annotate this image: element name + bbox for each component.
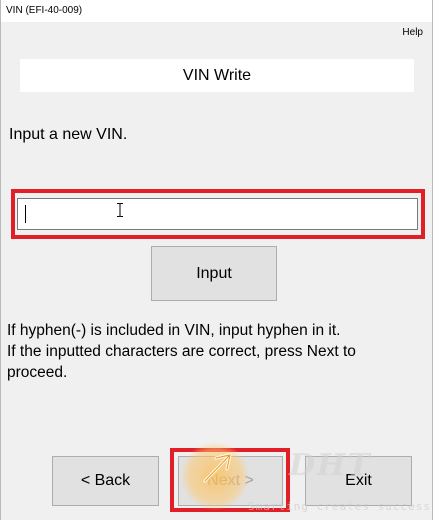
vin-prompt-label: Input a new VIN. bbox=[9, 126, 128, 143]
page-title: VIN Write bbox=[20, 59, 414, 92]
ibeam-icon bbox=[117, 203, 123, 217]
help-menu[interactable]: Help bbox=[402, 27, 423, 38]
menu-bar: Help bbox=[1, 22, 432, 42]
title-bar: VIN (EFI-40-009) bbox=[1, 0, 432, 22]
instruction-line: If hyphen(-) is included in VIN, input h… bbox=[7, 322, 341, 339]
back-button[interactable]: < Back bbox=[52, 456, 159, 506]
vin-input[interactable] bbox=[17, 198, 418, 230]
text-caret bbox=[25, 205, 26, 223]
instruction-line: proceed. bbox=[7, 364, 68, 381]
window-title: VIN (EFI-40-009) bbox=[6, 5, 83, 16]
instructions-text: If hyphen(-) is included in VIN, input h… bbox=[7, 320, 427, 383]
watermark-tagline: Smarting creates success bbox=[248, 500, 431, 513]
instruction-line: If the inputted characters are correct, … bbox=[7, 343, 356, 360]
vin-write-window: VIN (EFI-40-009) Help VIN Write Input a … bbox=[0, 0, 433, 520]
arrow-cursor-icon bbox=[203, 453, 232, 483]
watermark-logo: DHT bbox=[289, 448, 372, 483]
input-button[interactable]: Input bbox=[151, 246, 277, 301]
